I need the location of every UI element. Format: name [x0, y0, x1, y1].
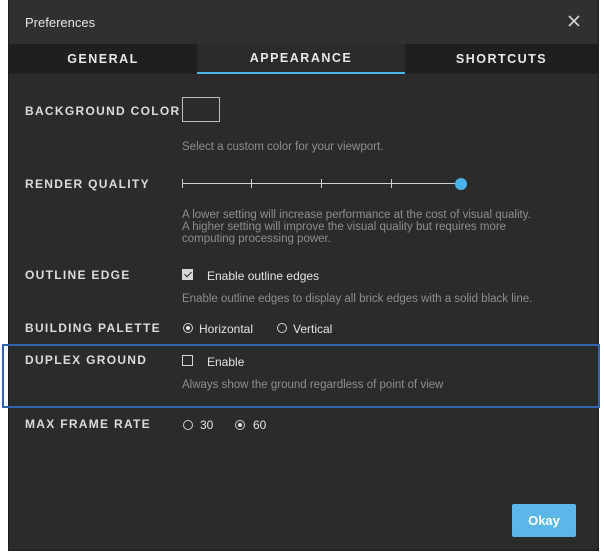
frame-rate-60-radio[interactable]	[235, 420, 245, 430]
duplex-ground-highlight-box	[2, 344, 600, 408]
palette-horizontal-label[interactable]: Horizontal	[199, 322, 253, 336]
close-icon	[568, 15, 580, 27]
okay-button[interactable]: Okay	[512, 504, 576, 537]
max-frame-rate-label: MAX FRAME RATE	[25, 417, 151, 431]
preferences-dialog: Preferences GENERAL APPEARANCE SHORTCUTS…	[9, 0, 598, 550]
close-button[interactable]	[564, 11, 584, 31]
outline-edges-checkbox[interactable]	[182, 269, 193, 280]
render-quality-help-line3: computing processing power.	[182, 233, 331, 245]
render-quality-help-line1: A lower setting will increase performanc…	[182, 209, 531, 221]
palette-vertical-radio[interactable]	[277, 323, 287, 333]
background-color-swatch[interactable]	[182, 97, 220, 122]
background-color-help: Select a custom color for your viewport.	[182, 141, 384, 153]
render-quality-slider-thumb[interactable]	[455, 178, 467, 190]
title-bar: Preferences	[9, 0, 598, 44]
outline-edges-checkbox-label[interactable]: Enable outline edges	[207, 269, 319, 283]
outline-edge-help: Enable outline edges to display all bric…	[182, 293, 533, 305]
slider-tick	[391, 179, 392, 188]
tab-general[interactable]: GENERAL	[9, 44, 197, 74]
dialog-title: Preferences	[25, 15, 96, 30]
render-quality-label: RENDER QUALITY	[25, 177, 150, 191]
slider-tick	[251, 179, 252, 188]
frame-rate-60-label[interactable]: 60	[253, 418, 266, 432]
building-palette-label: BUILDING PALETTE	[25, 321, 161, 335]
palette-vertical-label[interactable]: Vertical	[293, 322, 332, 336]
background-color-label: BACKGROUND COLOR	[25, 104, 181, 118]
slider-tick	[182, 179, 183, 188]
frame-rate-30-label[interactable]: 30	[200, 418, 213, 432]
palette-horizontal-radio[interactable]	[183, 323, 193, 333]
outline-edge-label: OUTLINE EDGE	[25, 268, 131, 282]
render-quality-help-line2: A higher setting will improve the visual…	[182, 221, 507, 233]
tab-bar: GENERAL APPEARANCE SHORTCUTS	[9, 44, 598, 74]
tab-shortcuts[interactable]: SHORTCUTS	[405, 44, 598, 74]
frame-rate-30-radio[interactable]	[183, 420, 193, 430]
tab-appearance[interactable]: APPEARANCE	[197, 44, 405, 74]
slider-tick	[321, 179, 322, 188]
